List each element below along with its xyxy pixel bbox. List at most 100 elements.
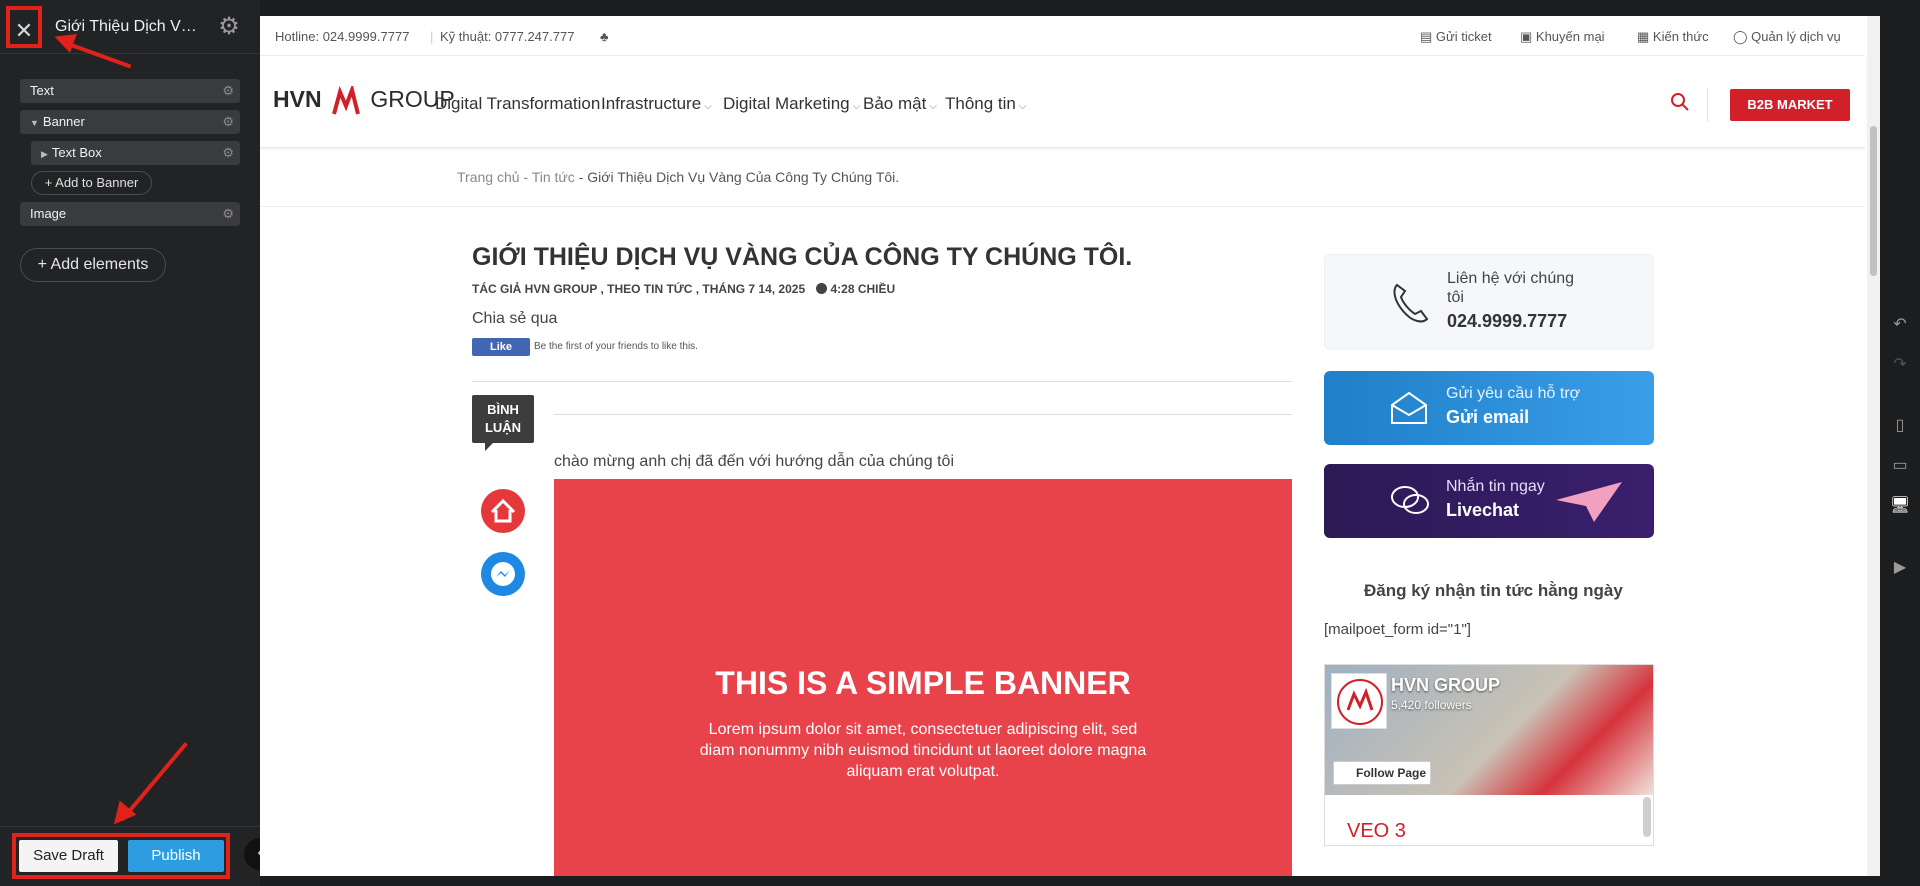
- mobile-icon[interactable]: ▯: [1888, 416, 1912, 436]
- nav-infrastructure[interactable]: Infrastructure ⌵: [601, 94, 712, 114]
- add-elements-button[interactable]: + Add elements: [20, 248, 166, 282]
- contact-label: Liên hệ với chúng tôi: [1447, 270, 1575, 306]
- banner[interactable]: THIS IS A SIMPLE BANNER Lorem ipsum dolo…: [554, 479, 1292, 876]
- save-draft-button[interactable]: Save Draft: [19, 840, 118, 872]
- play-icon[interactable]: ▶: [1888, 558, 1912, 578]
- layer-label: Text: [30, 83, 54, 98]
- comments-label: BÌNH LUẬN: [484, 402, 522, 435]
- caret-right-icon[interactable]: ▶: [41, 149, 48, 159]
- ticket-link[interactable]: ▤ Gửi ticket: [1420, 29, 1492, 45]
- chat-icon: [1391, 486, 1429, 514]
- home-icon[interactable]: [481, 489, 525, 533]
- clock-icon: [816, 283, 828, 294]
- device-rail: [1880, 0, 1920, 886]
- gear-icon[interactable]: ⚙: [222, 202, 234, 226]
- share-label: Chia sẻ qua: [472, 310, 558, 327]
- knowledge-label: Kiến thức: [1652, 29, 1709, 44]
- nav-label: Digital Marketing: [723, 94, 850, 113]
- contact-phone: 024.9999.7777: [1447, 311, 1568, 331]
- scrollbar-thumb[interactable]: [1870, 126, 1877, 276]
- promo-label: Khuyến mại: [1535, 29, 1605, 44]
- nav-label: Digital Transformation: [435, 94, 601, 113]
- tech-hotline: Kỹ thuật: 0777.247.777: [440, 29, 575, 44]
- nav-digital-transformation[interactable]: Digital Transformation ⌵: [435, 94, 611, 114]
- banner-text: Lorem ipsum dolor sit amet, consectetuer…: [699, 721, 1147, 780]
- site-preview: Hotline: 024.9999.7777 | Kỹ thuật: 0777.…: [260, 16, 1880, 876]
- gear-icon[interactable]: ⚙: [222, 141, 234, 165]
- email-widget[interactable]: Gửi yêu cầu hỗ trợ Gửi email: [1324, 371, 1654, 445]
- avatar[interactable]: [1331, 673, 1387, 729]
- desktop-icon[interactable]: 🖥: [1888, 496, 1912, 516]
- breadcrumb-section[interactable]: Tin tức: [532, 169, 575, 185]
- knowledge-link[interactable]: ▦ Kiến thức: [1637, 29, 1709, 45]
- messenger-icon[interactable]: [481, 552, 525, 596]
- chevron-down-icon: ⌵: [704, 101, 712, 112]
- facebook-like-button[interactable]: Like: [472, 338, 530, 356]
- layer-text-box[interactable]: ▶ Text Box ⚙: [31, 141, 240, 165]
- nav-info[interactable]: Thông tin ⌵: [945, 94, 1026, 114]
- chat-action: Livechat: [1446, 500, 1520, 520]
- email-action: Gửi email: [1446, 407, 1530, 427]
- layer-label: Banner: [42, 114, 85, 129]
- chevron-down-icon: ⌵: [1018, 101, 1027, 112]
- close-icon[interactable]: ✕: [6, 6, 42, 48]
- facebook-post-title: VEO 3: [1347, 820, 1406, 842]
- flag-icon[interactable]: ♣: [600, 29, 609, 44]
- editor-sidebar: ✕ Giới Thiệu Dịch Vụ ... ⚙ Text ⚙ ▼ Banne…: [0, 0, 260, 886]
- layer-text[interactable]: Text ⚙: [20, 79, 240, 103]
- scrollbar[interactable]: [1643, 797, 1651, 837]
- breadcrumb: Trang chủ - Tin tức - Giới Thiệu Dịch Vụ…: [457, 169, 899, 185]
- caret-down-icon[interactable]: ▼: [30, 118, 39, 128]
- facebook-page-plugin[interactable]: HVN GROUP 5,420 followers Follow Page VE…: [1324, 664, 1654, 846]
- logo-text-left: HVN: [273, 86, 322, 113]
- nav-label: Infrastructure: [601, 94, 702, 113]
- chat-label: Nhắn tin ngay: [1446, 478, 1545, 495]
- logo[interactable]: HVN GROUP: [273, 86, 455, 116]
- phone-icon: [1393, 283, 1429, 323]
- article-byline: TÁC GIẢ HVN GROUP , THEO TIN TỨC , THÁNG…: [472, 282, 806, 296]
- add-to-banner-button[interactable]: + Add to Banner: [31, 171, 152, 195]
- breadcrumb-home[interactable]: Trang chủ: [457, 169, 520, 185]
- chevron-down-icon: ⌵: [852, 101, 861, 112]
- promo-link[interactable]: ▣ Khuyến mại: [1520, 29, 1605, 45]
- search-icon[interactable]: [1670, 92, 1690, 112]
- scrollbar[interactable]: [1867, 16, 1880, 876]
- nav-digital-marketing[interactable]: Digital Marketing ⌵: [723, 94, 860, 114]
- layer-banner[interactable]: ▼ Banner ⚙: [20, 110, 240, 134]
- redo-icon[interactable]: ↷: [1888, 355, 1912, 375]
- follow-page-button[interactable]: Follow Page: [1333, 761, 1431, 785]
- account-link[interactable]: ◯ Quản lý dịch vụ: [1733, 29, 1841, 45]
- welcome-text: chào mừng anh chị đã đến với hướng dẫn c…: [554, 453, 954, 470]
- breadcrumb-current: Giới Thiệu Dịch Vụ Vàng Của Công Ty Chún…: [587, 169, 900, 185]
- divider: [554, 414, 1292, 415]
- undo-icon[interactable]: ↶: [1888, 315, 1912, 335]
- gear-icon[interactable]: ⚙: [216, 14, 242, 40]
- main-nav: HVN GROUP Digital Transformation ⌵ Infras…: [260, 56, 1865, 148]
- page-title: Giới Thiệu Dịch Vụ ...: [55, 18, 205, 35]
- logo-mark-icon: [332, 86, 360, 115]
- layer-image[interactable]: Image ⚙: [20, 202, 240, 226]
- layer-label: Text Box: [51, 145, 102, 160]
- ticket-icon: ▤: [1420, 29, 1436, 44]
- nav-label: Thông tin: [945, 94, 1016, 113]
- account-label: Quản lý dịch vụ: [1751, 29, 1841, 44]
- b2b-market-button[interactable]: B2B MARKET: [1730, 89, 1850, 121]
- nav-security[interactable]: Bảo mật ⌵: [863, 94, 937, 114]
- divider: [472, 381, 1292, 382]
- gear-icon[interactable]: ⚙: [222, 110, 234, 134]
- follow-label: Follow Page: [1356, 766, 1427, 780]
- divider: |: [430, 29, 434, 44]
- ticket-label: Gửi ticket: [1435, 29, 1492, 44]
- contact-widget[interactable]: Liên hệ với chúng tôi 024.9999.7777: [1324, 254, 1654, 350]
- article-meta: TÁC GIẢ HVN GROUP , THEO TIN TỨC , THÁNG…: [472, 282, 895, 296]
- livechat-widget[interactable]: Nhắn tin ngay Livechat: [1324, 464, 1654, 538]
- gear-icon[interactable]: ⚙: [222, 79, 234, 103]
- nav-label: Bảo mật: [863, 94, 927, 113]
- publish-button[interactable]: Publish: [128, 840, 224, 872]
- envelope-icon: [1391, 391, 1427, 424]
- tablet-icon[interactable]: ▭: [1888, 456, 1912, 476]
- newsletter-heading: Đăng ký nhận tin tức hằng ngày: [1364, 581, 1623, 600]
- facebook-page-name[interactable]: HVN GROUP: [1391, 675, 1500, 696]
- mailpoet-shortcode: [mailpoet_form id="1"]: [1324, 621, 1471, 638]
- comments-badge[interactable]: BÌNH LUẬN: [472, 395, 534, 443]
